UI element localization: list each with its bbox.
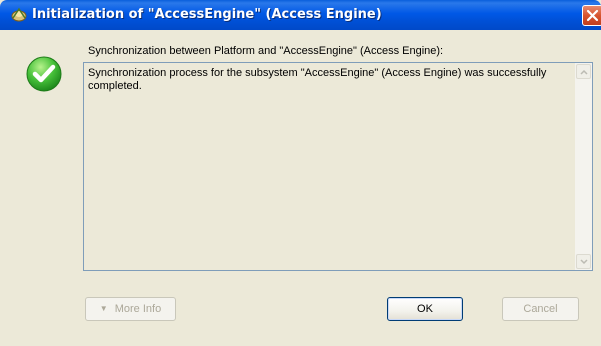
scroll-down-button[interactable] [576, 254, 591, 269]
app-icon [10, 6, 28, 24]
close-button[interactable] [582, 5, 601, 26]
cancel-button[interactable]: Cancel [502, 297, 579, 321]
cancel-label: Cancel [523, 303, 558, 315]
success-check-icon [25, 55, 63, 93]
window-title: Initialization of "AccessEngine" (Access… [32, 7, 382, 22]
expand-arrow-icon: ▼ [99, 304, 108, 313]
more-info-label: More Info [114, 303, 162, 315]
close-icon [586, 9, 599, 22]
title-bar[interactable]: Initialization of "AccessEngine" (Access… [0, 0, 601, 30]
output-text: Synchronization process for the subsyste… [88, 67, 547, 92]
vertical-scrollbar[interactable] [575, 63, 592, 270]
chevron-down-icon [580, 259, 588, 265]
ok-label: OK [417, 303, 433, 315]
chevron-up-icon [580, 69, 588, 75]
ok-button[interactable]: OK [387, 297, 463, 321]
more-info-button[interactable]: ▼ More Info [85, 297, 176, 321]
scroll-up-button[interactable] [576, 64, 591, 79]
output-textarea[interactable]: Synchronization process for the subsyste… [83, 62, 593, 271]
sync-label: Synchronization between Platform and "Ac… [88, 45, 444, 57]
dialog-window: Initialization of "AccessEngine" (Access… [0, 0, 601, 346]
